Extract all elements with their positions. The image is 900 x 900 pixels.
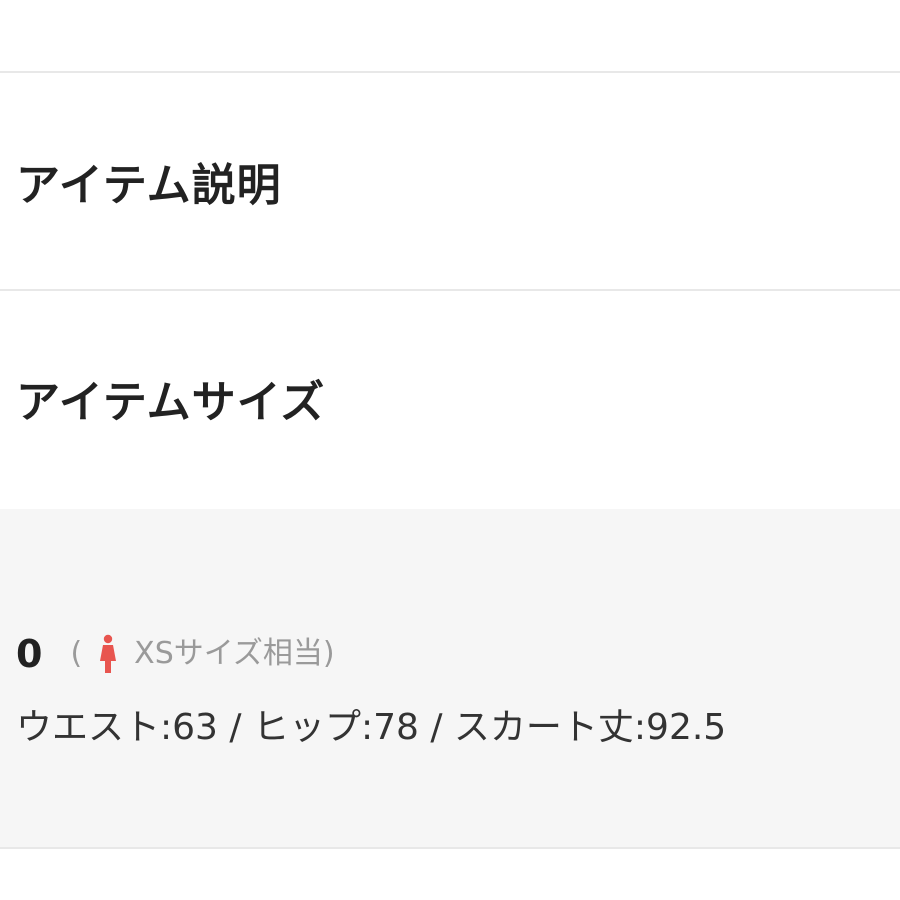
size-code: 0 xyxy=(16,632,43,676)
size-equivalent: ( XSサイズ相当 ) xyxy=(70,629,335,679)
divider xyxy=(0,289,900,291)
paren-open: ( xyxy=(70,636,83,671)
item-size-heading: アイテムサイズ xyxy=(16,377,326,428)
item-detail-page: アイテム説明 アイテムサイズ 0 ( XSサイズ相当 ) ウエスト:63 / ヒ… xyxy=(0,0,900,900)
item-description-heading: アイテム説明 xyxy=(16,160,282,211)
size-entry-panel: 0 ( XSサイズ相当 ) ウエスト:63 / ヒップ:78 / スカート丈:9… xyxy=(0,509,900,847)
paren-close: ) xyxy=(322,636,335,671)
divider xyxy=(0,847,900,849)
size-equivalent-label: XSサイズ相当 xyxy=(134,636,323,671)
divider xyxy=(0,71,900,73)
size-header-row: 0 ( XSサイズ相当 ) xyxy=(16,629,335,679)
size-measurements: ウエスト:63 / ヒップ:78 / スカート丈:92.5 xyxy=(16,707,727,748)
woman-icon xyxy=(100,634,117,673)
